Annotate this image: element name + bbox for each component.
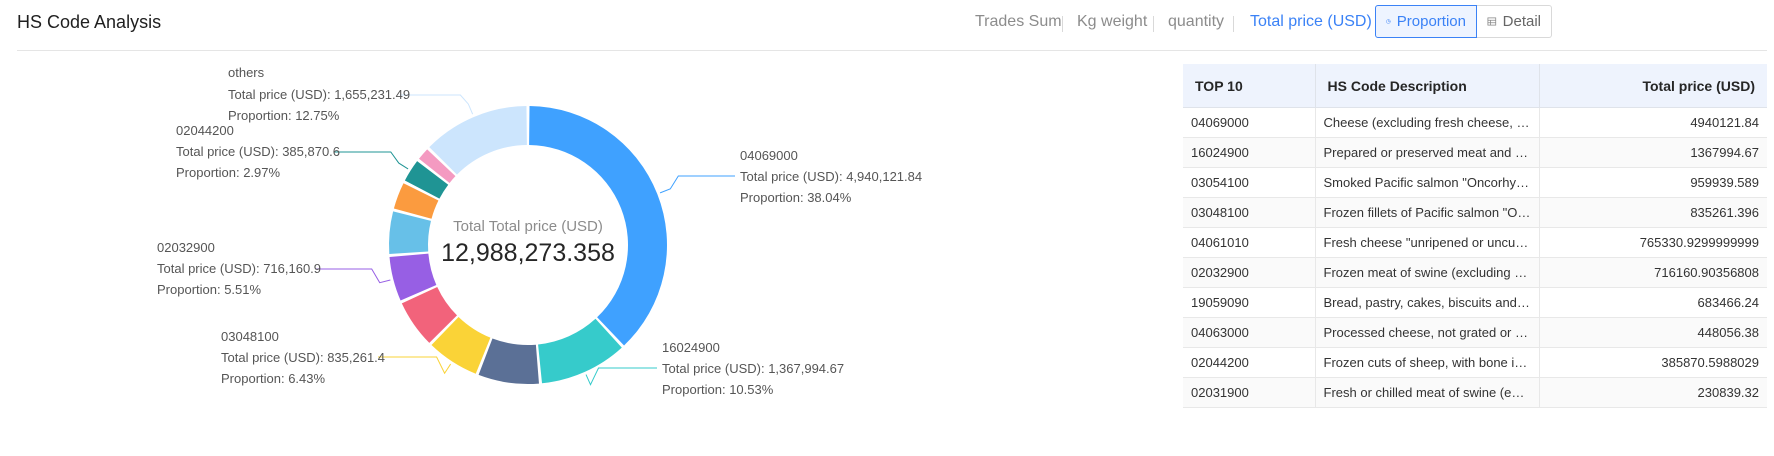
callout-leader-line xyxy=(659,175,735,194)
tab-kg-weight[interactable]: Kg weight xyxy=(1077,13,1147,31)
chart-center-value: 12,988,273.358 xyxy=(441,239,615,267)
description-cell: Frozen fillets of Pacific salmon "Oncor.… xyxy=(1315,197,1540,228)
price-cell: 385870.5988029 xyxy=(1539,347,1767,378)
callout-leader-line xyxy=(585,367,657,386)
price-cell: 230839.32 xyxy=(1539,377,1767,408)
hs-code-cell: 03054100 xyxy=(1183,167,1316,198)
callout-leader-line xyxy=(400,94,474,115)
header-bar: HS Code Analysis Trades Sum Kg weight qu… xyxy=(0,0,1774,50)
top10-table: TOP 10 HS Code Description Total price (… xyxy=(1183,64,1767,408)
table-row[interactable]: 04061010 Fresh cheese "unripened or uncur… xyxy=(1183,227,1767,258)
table-row[interactable]: 02032900 Frozen meat of swine (excluding … xyxy=(1183,257,1767,288)
price-cell: 835261.396 xyxy=(1539,197,1767,228)
price-cell: 4940121.84 xyxy=(1539,107,1767,138)
callout-code: others xyxy=(228,65,265,80)
tab-quantity[interactable]: quantity xyxy=(1168,13,1224,31)
callout-proportion: Proportion: 2.97% xyxy=(176,165,281,180)
callout-leader-line xyxy=(316,268,391,284)
callout-proportion: Proportion: 10.53% xyxy=(662,382,774,397)
table-row[interactable]: 02031900 Fresh or chilled meat of swine (… xyxy=(1183,377,1767,408)
callout-leader-line xyxy=(334,151,409,170)
donut-chart: Total Total price (USD) 12,988,273.358 0… xyxy=(0,51,1170,456)
detail-button[interactable]: Detail xyxy=(1477,5,1552,38)
callout-value: Total price (USD): 1,655,231.49 xyxy=(228,87,410,102)
description-cell: Frozen meat of swine (excluding carca... xyxy=(1315,257,1540,288)
price-cell: 683466.24 xyxy=(1539,287,1767,318)
table-icon xyxy=(1487,17,1497,26)
price-cell: 765330.9299999999 xyxy=(1539,227,1767,258)
tab-trades-sum[interactable]: Trades Sum xyxy=(975,13,1062,31)
donut-slice-19059090[interactable] xyxy=(389,211,431,254)
tab-divider xyxy=(1062,16,1063,32)
description-cell: Frozen cuts of sheep, with bone in (ex..… xyxy=(1315,347,1540,378)
pie-chart-icon xyxy=(1386,19,1391,24)
callout-value: Total price (USD): 385,870.6 xyxy=(176,144,340,159)
description-cell: Cheese (excluding fresh cheese, incl. ..… xyxy=(1315,107,1540,138)
page-title: HS Code Analysis xyxy=(17,12,162,32)
description-cell: Smoked Pacific salmon "Oncorhynchus... xyxy=(1315,167,1540,198)
hs-code-cell: 16024900 xyxy=(1183,137,1316,168)
callout-code: 03048100 xyxy=(221,329,279,344)
callout-value: Total price (USD): 4,940,121.84 xyxy=(740,169,922,184)
hs-code-cell: 04063000 xyxy=(1183,317,1316,348)
hs-code-cell: 03048100 xyxy=(1183,197,1316,228)
description-cell: Processed cheese, not grated or powd... xyxy=(1315,317,1540,348)
price-cell: 959939.589 xyxy=(1539,167,1767,198)
callout-proportion: Proportion: 5.51% xyxy=(157,282,262,297)
callout-proportion: Proportion: 6.43% xyxy=(221,371,326,386)
donut-slice-others[interactable] xyxy=(429,106,527,175)
table-row[interactable]: 16024900 Prepared or preserved meat and o… xyxy=(1183,137,1767,168)
proportion-button[interactable]: Proportion xyxy=(1375,5,1477,38)
callout-proportion: Proportion: 38.04% xyxy=(740,190,852,205)
tab-divider xyxy=(1153,16,1154,32)
hs-code-cell: 04069000 xyxy=(1183,107,1316,138)
callout-proportion: Proportion: 12.75% xyxy=(228,108,340,123)
tab-divider xyxy=(1233,16,1234,32)
price-cell: 1367994.67 xyxy=(1539,137,1767,168)
column-header: HS Code Description xyxy=(1315,64,1540,108)
hs-code-cell: 02031900 xyxy=(1183,377,1316,408)
chart-center-label: Total Total price (USD) xyxy=(453,218,603,235)
callout-code: 02032900 xyxy=(157,240,215,255)
donut-chart-svg: Total Total price (USD) 12,988,273.358 0… xyxy=(157,65,922,397)
column-header: TOP 10 xyxy=(1183,64,1316,108)
callout-leader-line xyxy=(378,356,452,375)
hs-code-cell: 04061010 xyxy=(1183,227,1316,258)
callout-value: Total price (USD): 835,261.4 xyxy=(221,350,385,365)
description-cell: Fresh or chilled meat of swine (excludi.… xyxy=(1315,377,1540,408)
hs-code-cell: 02032900 xyxy=(1183,257,1316,288)
price-cell: 448056.38 xyxy=(1539,317,1767,348)
callout-code: 04069000 xyxy=(740,148,798,163)
description-cell: Fresh cheese "unripened or uncured c... xyxy=(1315,227,1540,258)
hs-code-cell: 19059090 xyxy=(1183,287,1316,318)
proportion-label: Proportion xyxy=(1396,13,1466,30)
callout-code: 16024900 xyxy=(662,340,720,355)
table-row[interactable]: 19059090 Bread, pastry, cakes, biscuits a… xyxy=(1183,287,1767,318)
table-row[interactable]: 02044200 Frozen cuts of sheep, with bone … xyxy=(1183,347,1767,378)
column-header: Total price (USD) xyxy=(1539,64,1767,108)
callout-code: 02044200 xyxy=(176,123,234,138)
detail-label: Detail xyxy=(1502,13,1541,30)
table-row[interactable]: 04063000 Processed cheese, not grated or … xyxy=(1183,317,1767,348)
tab-total-price[interactable]: Total price (USD) xyxy=(1250,13,1372,31)
hs-code-cell: 02044200 xyxy=(1183,347,1316,378)
price-cell: 716160.90356808 xyxy=(1539,257,1767,288)
description-cell: Prepared or preserved meat and offal ... xyxy=(1315,137,1540,168)
donut-slice-03054100[interactable] xyxy=(478,338,539,384)
table-row[interactable]: 03048100 Frozen fillets of Pacific salmon… xyxy=(1183,197,1767,228)
description-cell: Bread, pastry, cakes, biscuits and othe.… xyxy=(1315,287,1540,318)
callout-value: Total price (USD): 1,367,994.67 xyxy=(662,361,844,376)
table-header-row: TOP 10 HS Code Description Total price (… xyxy=(1183,64,1767,108)
view-toggle: Proportion Detail xyxy=(1375,5,1768,40)
table-row[interactable]: 04069000 Cheese (excluding fresh cheese, … xyxy=(1183,107,1767,138)
callout-value: Total price (USD): 716,160.9 xyxy=(157,261,321,276)
table-row[interactable]: 03054100 Smoked Pacific salmon "Oncorhync… xyxy=(1183,167,1767,198)
